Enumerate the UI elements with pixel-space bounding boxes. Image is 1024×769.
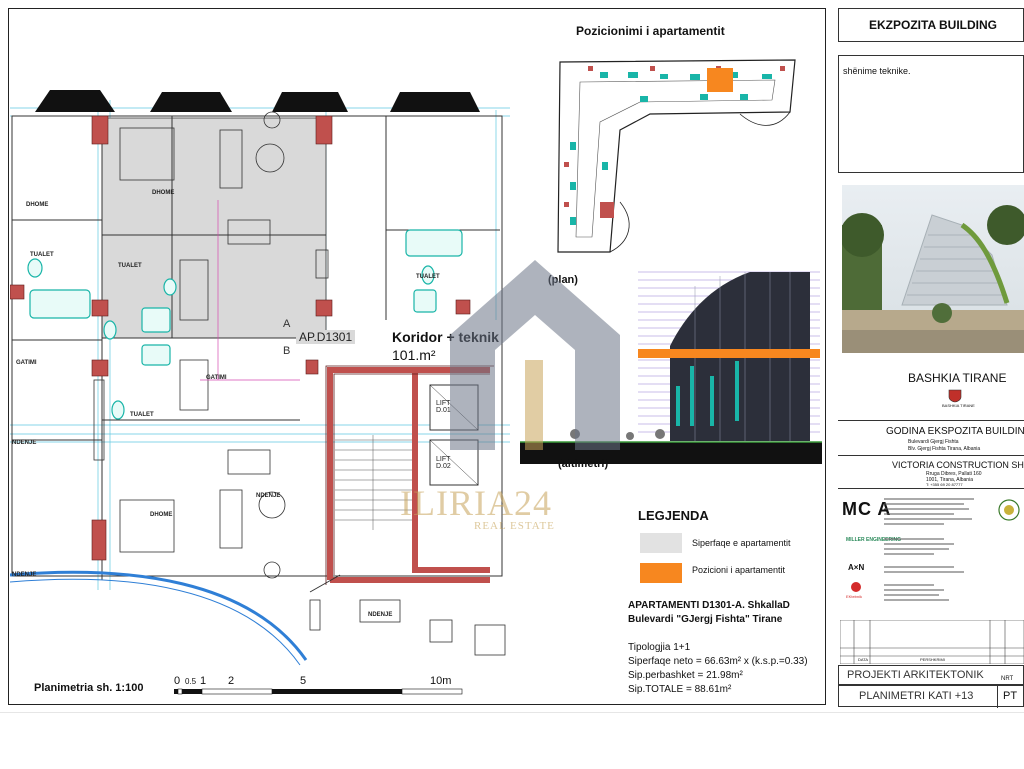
building-box: GODINA EKSPOZITA BUILDING Bulevardi Gjer… (838, 420, 1024, 454)
consultant-details (884, 498, 974, 601)
watermark-brand: ILIRIA24 (400, 483, 552, 523)
developer: VICTORIA CONSTRUCTION SH.P.K (892, 460, 1024, 470)
bottom-whitespace (0, 712, 1024, 769)
building-address-2: Blv. Gjergj Fishta Tirana, Albania (908, 446, 981, 452)
developer-phone: T: +355 69 20 87777 (926, 482, 963, 487)
municipality: BASHKIA TIRANE (908, 371, 1007, 385)
logo-ektebnik: EKtebnik (846, 594, 863, 599)
watermark-logo-icon (450, 260, 620, 450)
project-name-box: EKZPOZITA BUILDING (838, 8, 1024, 42)
building-rendering (842, 185, 1024, 353)
municipality-seal-text: BASHKIA TIRANE (942, 403, 975, 408)
municipality-seal-icon (948, 389, 962, 403)
ektebnik-logo-icon (851, 582, 861, 592)
drawing-sheet: DHOME DHOME TUALET TUALET TUALET TUALET … (0, 0, 1024, 712)
drawing-phase: PT (1003, 690, 1018, 702)
sheet-border (8, 8, 826, 705)
watermark-sub: REAL ESTATE (474, 520, 555, 532)
building-name: GODINA EKSPOZITA BUILDING (886, 426, 1024, 437)
drawing-code: NRT (1001, 676, 1014, 682)
notes-label: shënime teknike. (843, 66, 911, 76)
drawing-phase-cell: PT (997, 686, 1024, 708)
drawing-type-box: PROJEKTI ARKITEKTONIK NRT (838, 665, 1024, 685)
drawing-type: PROJEKTI ARKITEKTONIK (847, 669, 984, 681)
consultants-box: MC A MILLER ENGINEERING A×N EKtebnik (838, 488, 1024, 609)
drawing-title-box: PLANIMETRI KATI +13 PT (838, 685, 1024, 708)
revision-desc-label: PERSHKRIMI (920, 657, 945, 662)
developer-box: VICTORIA CONSTRUCTION SH.P.K Rruga Dibre… (838, 455, 1024, 487)
revision-date-label: DATA (858, 657, 869, 662)
project-name: EKZPOZITA BUILDING (869, 18, 997, 32)
drawing-title: PLANIMETRI KATI +13 (859, 690, 974, 702)
logo-axn: A×N (848, 563, 865, 572)
building-address: Bulevardi Gjergj Fishta (908, 439, 959, 445)
notes-box: shënime teknike. (838, 55, 1024, 173)
